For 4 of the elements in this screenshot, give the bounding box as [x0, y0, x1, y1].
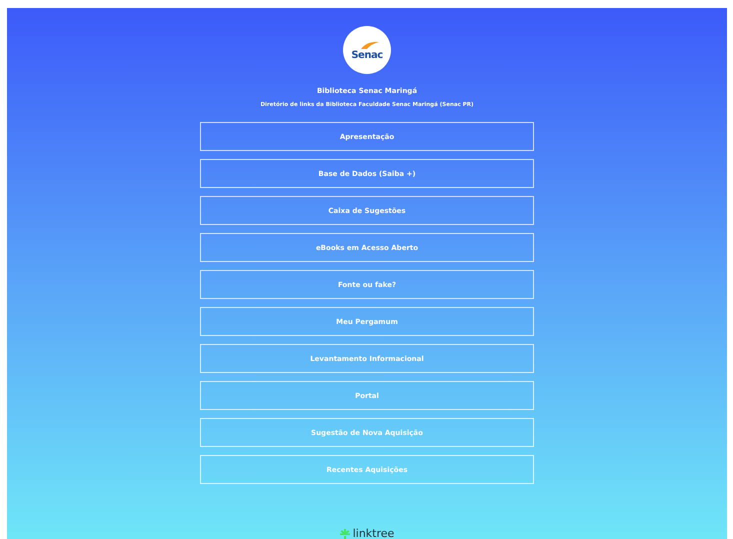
logo-text: Senac [351, 50, 383, 60]
linktree-wordmark: linktree [352, 527, 394, 539]
linktree-icon [340, 528, 350, 538]
swoosh-icon [359, 40, 381, 50]
